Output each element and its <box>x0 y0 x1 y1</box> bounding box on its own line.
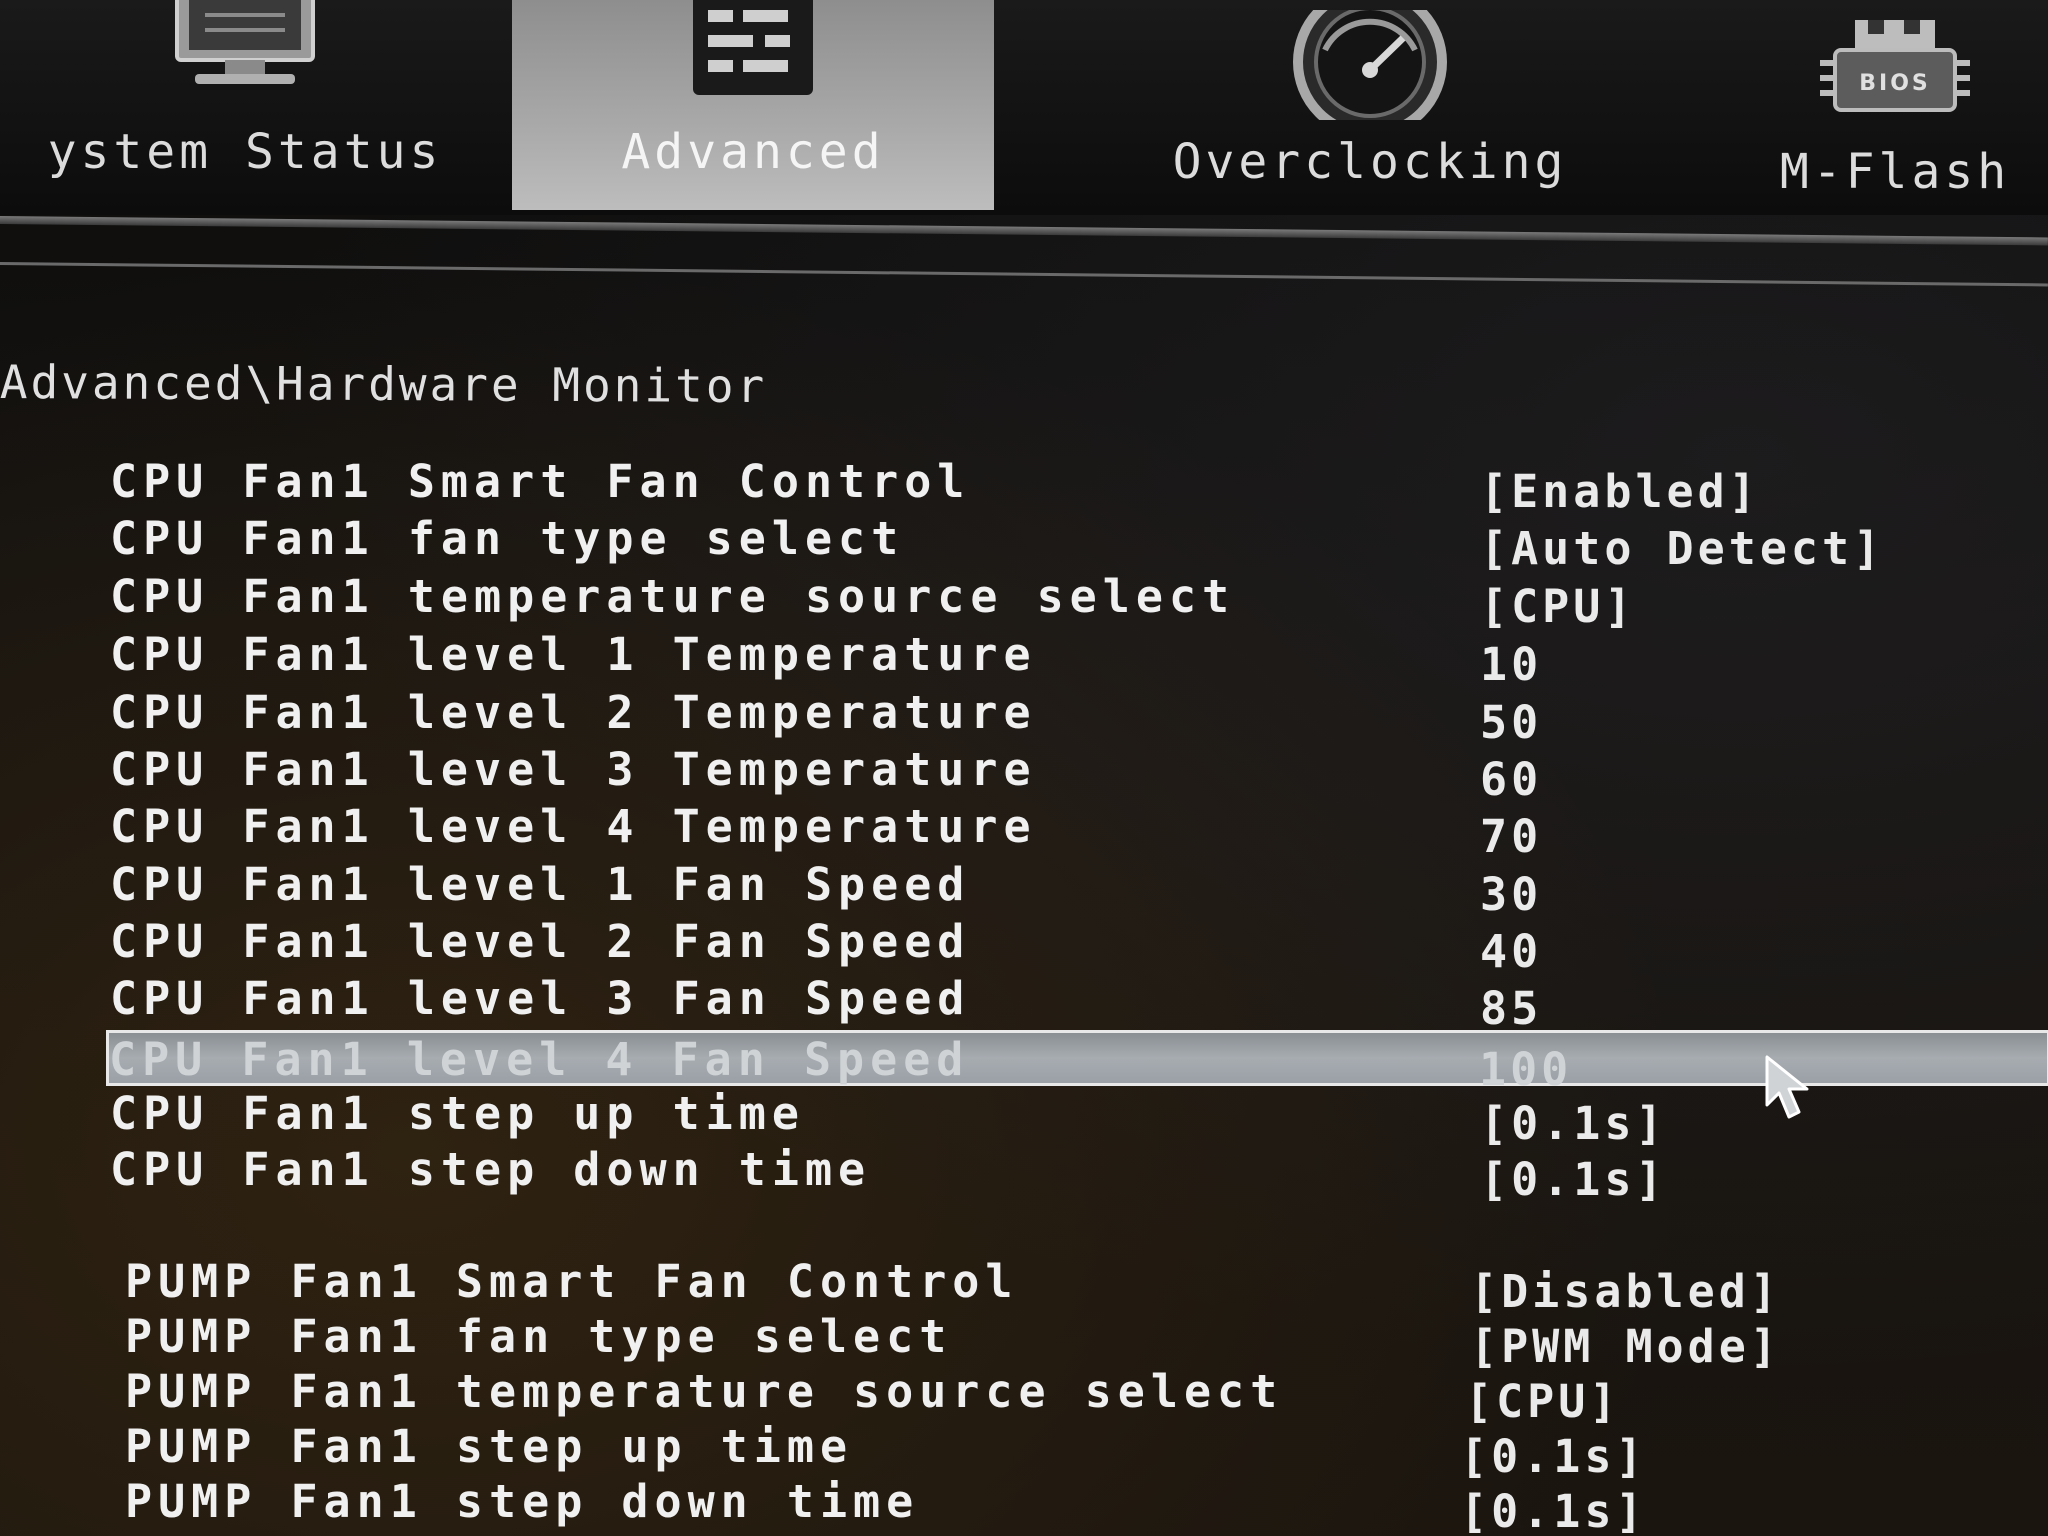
setting-value[interactable]: [CPU] <box>1480 580 1635 633</box>
breadcrumb: Advanced\Hardware Monitor <box>0 355 768 414</box>
setting-label: CPU Fan1 level 2 Temperature <box>110 686 1037 739</box>
speedometer-icon <box>1285 0 1455 139</box>
setting-label: CPU Fan1 level 3 Temperature <box>110 743 1037 796</box>
divider <box>0 262 2048 287</box>
monitor-icon <box>155 0 335 107</box>
setting-value[interactable]: 40 <box>1480 925 1542 978</box>
setting-label: CPU Fan1 level 3 Fan Speed <box>110 972 971 1025</box>
tab-system-status[interactable]: ystem Status <box>0 0 510 210</box>
setting-label: PUMP Fan1 step up time <box>125 1420 854 1473</box>
svg-text:BIOS: BIOS <box>1859 71 1931 96</box>
setting-row[interactable]: CPU Fan1 level 1 Temperature 10 <box>110 628 2048 691</box>
setting-row[interactable]: CPU Fan1 level 3 Temperature 60 <box>110 743 2048 806</box>
setting-row[interactable]: PUMP Fan1 step up time [0.1s] <box>125 1420 2048 1483</box>
setting-row[interactable]: PUMP Fan1 fan type select [PWM Mode] <box>125 1310 2048 1373</box>
setting-row[interactable]: CPU Fan1 level 2 Temperature 50 <box>110 686 2048 749</box>
bios-chip-icon: BIOS <box>1810 10 1980 142</box>
tab-label: Overclocking <box>1172 134 1568 190</box>
setting-value[interactable]: [Auto Detect] <box>1480 522 1884 575</box>
setting-row[interactable]: CPU Fan1 step up time [0.1s] <box>110 1087 2048 1150</box>
setting-value[interactable]: [0.1s] <box>1460 1485 1647 1536</box>
setting-value[interactable]: [0.1s] <box>1480 1153 1667 1206</box>
setting-label: CPU Fan1 level 2 Fan Speed <box>110 915 971 968</box>
tab-m-flash[interactable]: BIOS M-Flash <box>1740 10 2048 230</box>
setting-value[interactable]: 30 <box>1480 868 1542 921</box>
setting-value[interactable]: 85 <box>1480 982 1542 1035</box>
setting-row[interactable]: PUMP Fan1 Smart Fan Control [Disabled] <box>125 1255 2048 1318</box>
setting-label: CPU Fan1 level 4 Temperature <box>110 800 1037 853</box>
setting-label: CPU Fan1 temperature source select <box>110 570 1236 623</box>
setting-row[interactable]: CPU Fan1 fan type select [Auto Detect] <box>110 512 2048 575</box>
setting-label: CPU Fan1 step down time <box>110 1143 872 1196</box>
bios-screen: ystem Status Advanced Overclocking BIOS … <box>0 0 2048 1536</box>
setting-row[interactable]: CPU Fan1 level 1 Fan Speed 30 <box>110 858 2048 921</box>
setting-label: PUMP Fan1 step down time <box>125 1475 920 1528</box>
tab-label: ystem Status <box>47 124 443 180</box>
setting-value[interactable]: 50 <box>1480 696 1542 749</box>
setting-row[interactable]: PUMP Fan1 temperature source select [CPU… <box>125 1365 2048 1428</box>
setting-label: CPU Fan1 Smart Fan Control <box>110 455 971 508</box>
tab-label: M-Flash <box>1779 144 2011 200</box>
setting-row-selected[interactable]: CPU Fan1 level 4 Fan Speed 100 <box>106 1030 2048 1096</box>
setting-row[interactable]: CPU Fan1 level 3 Fan Speed 85 <box>110 972 2048 1035</box>
tab-overclocking[interactable]: Overclocking <box>1080 0 1660 220</box>
setting-label: CPU Fan1 level 1 Temperature <box>110 628 1037 681</box>
setting-row[interactable]: CPU Fan1 Smart Fan Control [Enabled] <box>110 455 2048 518</box>
setting-value[interactable]: [Enabled] <box>1480 465 1760 518</box>
setting-label: CPU Fan1 level 4 Fan Speed <box>109 1033 970 1086</box>
setting-value[interactable]: 70 <box>1480 810 1542 863</box>
top-tab-bar: ystem Status Advanced Overclocking BIOS … <box>0 0 2048 215</box>
setting-row[interactable]: PUMP Fan1 step down time [0.1s] <box>125 1475 2048 1536</box>
tab-advanced[interactable]: Advanced <box>512 0 994 210</box>
settings-panel-icon <box>673 0 833 112</box>
setting-value[interactable]: 60 <box>1480 753 1542 806</box>
setting-label: PUMP Fan1 Smart Fan Control <box>125 1255 1019 1308</box>
setting-label: CPU Fan1 fan type select <box>110 512 905 565</box>
setting-value[interactable]: 10 <box>1480 638 1542 691</box>
setting-label: PUMP Fan1 temperature source select <box>125 1365 1284 1418</box>
setting-label: PUMP Fan1 fan type select <box>125 1310 953 1363</box>
setting-label: CPU Fan1 step up time <box>110 1087 805 1140</box>
setting-row[interactable]: CPU Fan1 level 2 Fan Speed 40 <box>110 915 2048 978</box>
tab-label: Advanced <box>621 124 885 180</box>
setting-row[interactable]: CPU Fan1 level 4 Temperature 70 <box>110 800 2048 863</box>
setting-row[interactable]: CPU Fan1 step down time [0.1s] <box>110 1143 2048 1206</box>
setting-row[interactable]: CPU Fan1 temperature source select [CPU] <box>110 570 2048 633</box>
setting-label: CPU Fan1 level 1 Fan Speed <box>110 858 971 911</box>
